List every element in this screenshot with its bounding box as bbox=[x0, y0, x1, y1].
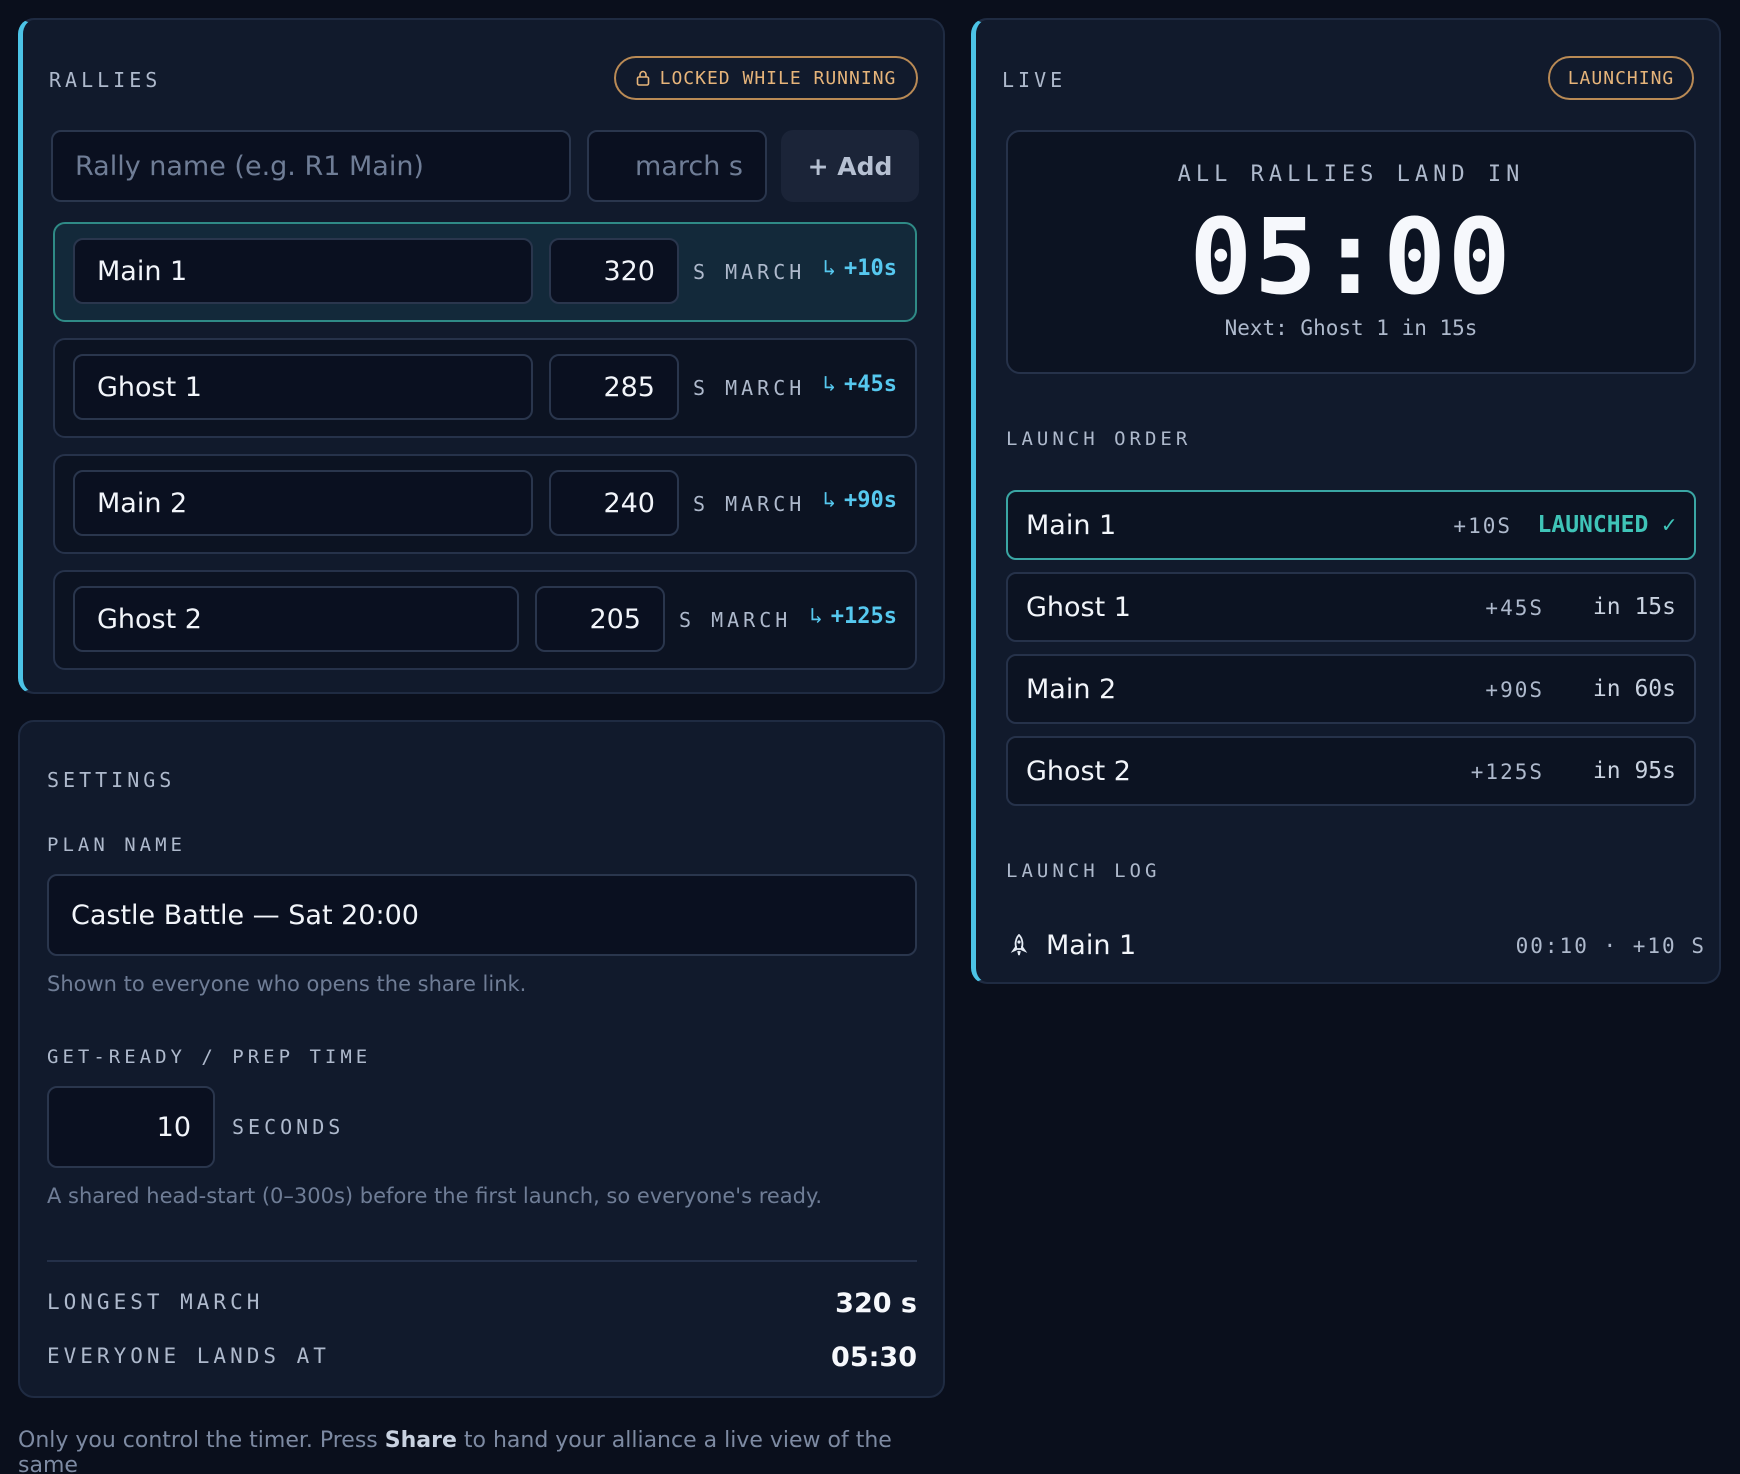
lands-at-label: EVERYONE LANDS AT bbox=[47, 1344, 330, 1368]
launch-order-row: Main 1 +10S LAUNCHED ✓ bbox=[1006, 490, 1696, 560]
prep-time-help: A shared head-start (0–300s) before the … bbox=[47, 1184, 823, 1208]
launch-order-row: Main 2 +90S in 60s bbox=[1006, 654, 1696, 724]
rally-offset-value: +45s bbox=[844, 372, 897, 397]
footer-text: Only you control the timer. Press bbox=[18, 1428, 385, 1453]
rally-offset-value: +125s bbox=[830, 604, 897, 629]
rally-offset-value: +10s bbox=[844, 256, 897, 281]
plan-name-label: PLAN NAME bbox=[47, 834, 186, 856]
settings-title: SETTINGS bbox=[47, 768, 176, 792]
return-arrow-icon: ↳ bbox=[822, 256, 837, 281]
order-rally-name: Ghost 2 bbox=[1026, 756, 1131, 787]
return-arrow-icon: ↳ bbox=[809, 604, 823, 629]
march-unit-label: S MARCH bbox=[693, 376, 806, 400]
launch-order-row: Ghost 1 +45S in 15s bbox=[1006, 572, 1696, 642]
rally-march-field[interactable]: 320 bbox=[549, 238, 679, 304]
order-rally-name: Main 2 bbox=[1026, 674, 1117, 705]
rally-offset: ↳ +10s bbox=[823, 256, 897, 281]
rally-offset: ↳ +125s bbox=[810, 604, 897, 629]
rocket-icon bbox=[1010, 934, 1028, 956]
rallies-panel: RALLIES LOCKED WHILE RUNNING Rally name … bbox=[18, 18, 945, 694]
order-rally-name: Ghost 1 bbox=[1026, 592, 1131, 623]
order-offset: +125S bbox=[1470, 760, 1544, 784]
plan-name-help: Shown to everyone who opens the share li… bbox=[47, 972, 527, 996]
add-rally-button[interactable]: + Add bbox=[781, 130, 919, 202]
march-seconds-input[interactable]: march s bbox=[587, 130, 767, 202]
prep-time-unit: SECONDS bbox=[232, 1115, 345, 1139]
rally-march-field[interactable]: 240 bbox=[549, 470, 679, 536]
march-seconds-placeholder: march s bbox=[635, 150, 743, 182]
countdown-box: ALL RALLIES LAND IN 05:00 Next: Ghost 1 … bbox=[1006, 130, 1696, 374]
longest-march-label: LONGEST MARCH bbox=[47, 1290, 264, 1314]
prep-time-input[interactable]: 10 bbox=[47, 1086, 215, 1168]
plan-name-input[interactable]: Castle Battle — Sat 20:00 bbox=[47, 874, 917, 956]
rally-offset: ↳ +45s bbox=[823, 372, 897, 397]
footer-note: Only you control the timer. Press Share … bbox=[18, 1428, 918, 1474]
order-status: in 15s bbox=[1592, 594, 1676, 620]
live-title: LIVE bbox=[1002, 68, 1067, 92]
order-status: in 95s bbox=[1592, 758, 1676, 784]
rally-row: Ghost 2 205 S MARCH ↳ +125s bbox=[53, 570, 917, 670]
march-unit-label: S MARCH bbox=[693, 260, 806, 284]
status-badge: LAUNCHING bbox=[1548, 56, 1694, 100]
countdown-timer: 05:00 bbox=[1189, 196, 1513, 318]
return-arrow-icon: ↳ bbox=[822, 372, 837, 397]
share-link-text[interactable]: Share bbox=[385, 1428, 457, 1453]
rally-row: Ghost 1 285 S MARCH ↳ +45s bbox=[53, 338, 917, 438]
order-offset: +90S bbox=[1485, 678, 1544, 702]
order-status-launched: LAUNCHED ✓ bbox=[1537, 512, 1676, 538]
rally-name-field[interactable]: Main 2 bbox=[73, 470, 533, 536]
countdown-label: ALL RALLIES LAND IN bbox=[1177, 162, 1525, 187]
locked-badge: LOCKED WHILE RUNNING bbox=[614, 56, 918, 100]
order-offset: +10S bbox=[1453, 514, 1512, 538]
prep-time-label: GET-READY / PREP TIME bbox=[47, 1046, 372, 1068]
log-detail: 00:10 · +10 S bbox=[1515, 934, 1706, 958]
march-unit-label: S MARCH bbox=[679, 608, 792, 632]
march-unit-label: S MARCH bbox=[693, 492, 806, 516]
order-offset: +45S bbox=[1485, 596, 1544, 620]
locked-badge-text: LOCKED WHILE RUNNING bbox=[659, 67, 897, 89]
longest-march-value: 320 s bbox=[835, 1288, 917, 1319]
launch-log-title: LAUNCH LOG bbox=[1006, 860, 1161, 882]
settings-panel: SETTINGS PLAN NAME Castle Battle — Sat 2… bbox=[18, 720, 945, 1398]
rally-march-field[interactable]: 205 bbox=[535, 586, 665, 652]
lock-icon bbox=[636, 70, 649, 86]
order-rally-name: Main 1 bbox=[1026, 510, 1117, 541]
rallies-title: RALLIES bbox=[49, 68, 162, 92]
rally-row: Main 2 240 S MARCH ↳ +90s bbox=[53, 454, 917, 554]
launch-log-entry: Main 1 00:10 · +10 S bbox=[1006, 928, 1706, 968]
lands-at-value: 05:30 bbox=[831, 1342, 917, 1373]
settings-divider bbox=[47, 1260, 917, 1262]
launch-order-row: Ghost 2 +125S in 95s bbox=[1006, 736, 1696, 806]
rally-march-field[interactable]: 285 bbox=[549, 354, 679, 420]
live-panel: LIVE LAUNCHING ALL RALLIES LAND IN 05:00… bbox=[971, 18, 1721, 984]
rally-name-placeholder: Rally name (e.g. R1 Main) bbox=[75, 150, 424, 182]
log-rally-name: Main 1 bbox=[1046, 930, 1137, 961]
rally-row: Main 1 320 S MARCH ↳ +10s bbox=[53, 222, 917, 322]
next-launch-text: Next: Ghost 1 in 15s bbox=[1224, 316, 1478, 340]
rally-name-input[interactable]: Rally name (e.g. R1 Main) bbox=[51, 130, 571, 202]
rally-name-field[interactable]: Ghost 1 bbox=[73, 354, 533, 420]
rally-offset: ↳ +90s bbox=[823, 488, 897, 513]
launch-order-title: LAUNCH ORDER bbox=[1006, 428, 1192, 450]
rally-name-field[interactable]: Ghost 2 bbox=[73, 586, 519, 652]
return-arrow-icon: ↳ bbox=[822, 488, 837, 513]
order-status: in 60s bbox=[1592, 676, 1676, 702]
rally-name-field[interactable]: Main 1 bbox=[73, 238, 533, 304]
rally-offset-value: +90s bbox=[844, 488, 897, 513]
